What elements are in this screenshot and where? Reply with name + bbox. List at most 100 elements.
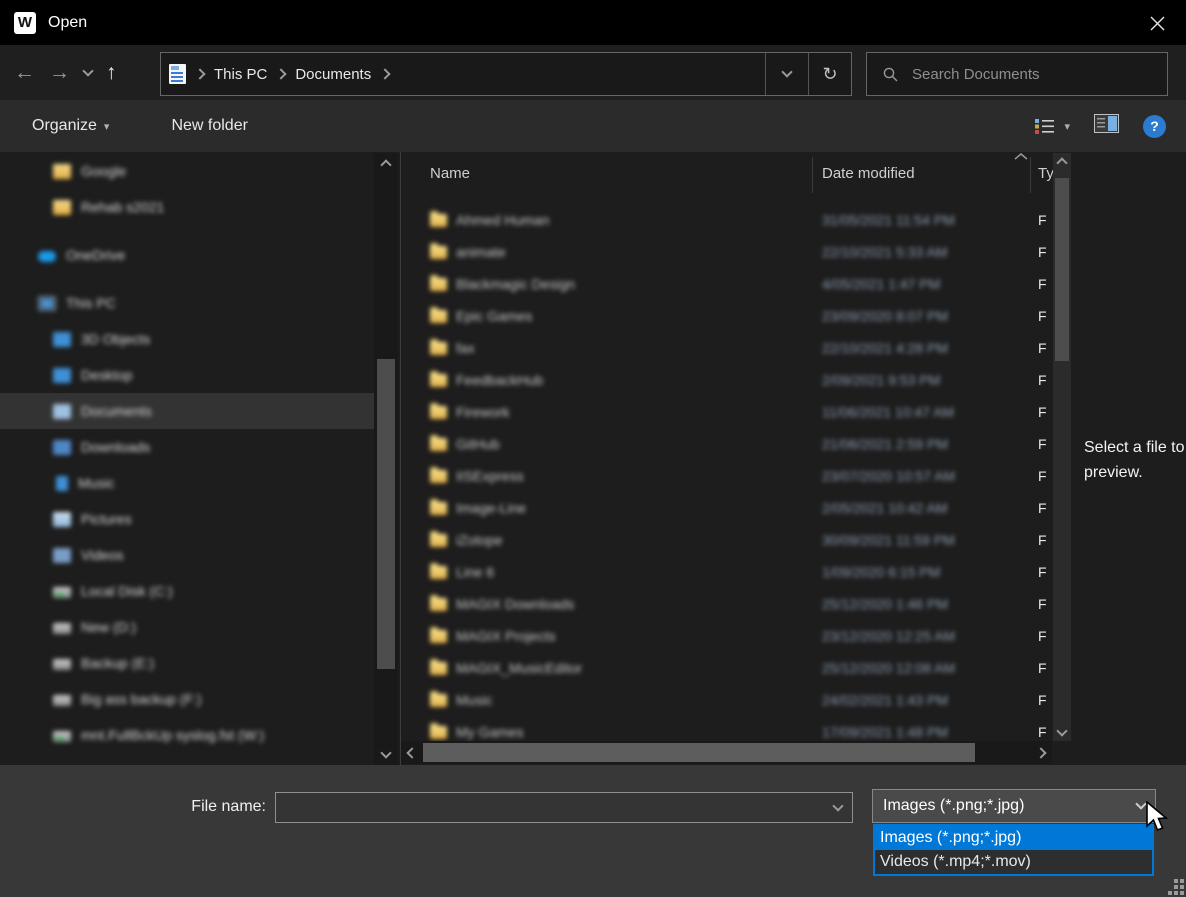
sidebar-item-label: Pictures xyxy=(81,511,132,527)
file-name: My Games xyxy=(456,724,524,740)
refresh-icon: ↻ xyxy=(822,64,837,85)
file-name: Epic Games xyxy=(456,308,532,324)
sidebar-item-icon xyxy=(38,296,56,311)
sidebar-item[interactable]: Documents xyxy=(0,393,374,429)
file-date-modified: 25/12/2020 1:46 PM xyxy=(822,596,948,612)
close-button[interactable] xyxy=(1144,10,1170,36)
forward-button[interactable]: → xyxy=(49,62,70,83)
column-date-modified[interactable]: Date modified xyxy=(822,165,915,182)
dropdown-option[interactable]: Images (*.png;*.jpg) xyxy=(875,826,1152,850)
file-name: Firework xyxy=(456,404,510,420)
scrollbar-thumb[interactable] xyxy=(377,359,395,669)
table-row[interactable]: animate 22/10/2021 5:33 AM F xyxy=(401,236,1053,268)
breadcrumb-documents[interactable]: Documents xyxy=(295,66,371,83)
sidebar-item-label: Music xyxy=(78,475,115,491)
organize-button[interactable]: Organize▾ xyxy=(32,117,109,135)
sidebar-item[interactable]: mnt.FullBckUp syslog.fst (W:) xyxy=(0,717,374,753)
details-view-icon xyxy=(1034,118,1056,135)
refresh-button[interactable]: ↻ xyxy=(809,53,851,95)
table-row[interactable]: iZotope 30/09/2021 11:59 PM F xyxy=(401,524,1053,556)
sidebar-item[interactable]: This PC xyxy=(0,285,374,321)
file-type-value: Images (*.png;*.jpg) xyxy=(883,797,1024,815)
preview-message: Select a file to preview. xyxy=(1084,435,1186,485)
table-row[interactable]: Ahmed Human 31/05/2021 11:54 PM F xyxy=(401,204,1053,236)
column-type[interactable]: Type xyxy=(1038,165,1053,182)
scrollbar-thumb[interactable] xyxy=(423,743,975,762)
sidebar-item-icon xyxy=(53,368,71,383)
sidebar-item[interactable]: New (D:) xyxy=(0,609,374,645)
sidebar-item[interactable]: Backup (E:) xyxy=(0,645,374,681)
scrollbar-thumb[interactable] xyxy=(1055,178,1069,361)
help-button[interactable]: ? xyxy=(1143,115,1166,138)
table-row[interactable]: fax 22/10/2021 4:28 PM F xyxy=(401,332,1053,364)
table-row[interactable]: FeedbackHub 2/09/2021 9:53 PM F xyxy=(401,364,1053,396)
table-row[interactable]: Image-Line 2/05/2021 10:42 AM F xyxy=(401,492,1053,524)
mouse-cursor-icon xyxy=(1144,801,1170,835)
back-button[interactable]: ← xyxy=(14,62,35,83)
scroll-up-icon[interactable] xyxy=(1053,159,1071,167)
file-type: F xyxy=(1038,308,1047,324)
sidebar-item[interactable]: Local Disk (C:) xyxy=(0,573,374,609)
preview-pane-button[interactable] xyxy=(1094,114,1119,138)
column-divider[interactable] xyxy=(1030,157,1031,193)
sidebar-item[interactable]: 3D Objects xyxy=(0,321,374,357)
table-row[interactable]: MAGIX Projects 23/12/2020 12:25 AM F xyxy=(401,620,1053,652)
dropdown-option[interactable]: Videos (*.mp4;*.mov) xyxy=(875,850,1152,874)
sidebar-item[interactable]: Big ass backup (F:) xyxy=(0,681,374,717)
sidebar-item-label: This PC xyxy=(66,295,116,311)
scroll-up-icon[interactable] xyxy=(374,161,398,169)
file-type-dropdown[interactable]: Images (*.png;*.jpg) xyxy=(872,789,1156,823)
table-row[interactable]: Blackmagic Design 4/05/2021 1:47 PM F xyxy=(401,268,1053,300)
sidebar-item[interactable]: Downloads xyxy=(0,429,374,465)
scroll-down-icon[interactable] xyxy=(374,753,398,757)
sidebar-item[interactable]: Music xyxy=(0,465,374,501)
sidebar-item[interactable]: OneDrive xyxy=(0,237,374,273)
search-box[interactable] xyxy=(866,52,1168,96)
search-input[interactable] xyxy=(910,65,1140,84)
sidebar-item-icon xyxy=(53,659,71,670)
file-type: F xyxy=(1038,564,1047,580)
table-row[interactable]: IISExpress 23/07/2020 10:57 AM F xyxy=(401,460,1053,492)
chevron-down-icon: ▾ xyxy=(104,120,110,133)
column-name[interactable]: Name xyxy=(430,165,470,182)
sidebar-item[interactable]: Videos xyxy=(0,537,374,573)
sidebar-item[interactable]: Pictures xyxy=(0,501,374,537)
table-row[interactable]: GitHub 21/06/2021 2:59 PM F xyxy=(401,428,1053,460)
sidebar-item-icon xyxy=(53,731,71,742)
table-row[interactable]: Music 24/02/2021 1:43 PM F xyxy=(401,684,1053,716)
sidebar-scrollbar[interactable] xyxy=(374,153,398,765)
chevron-down-icon[interactable] xyxy=(832,800,843,811)
list-vertical-scrollbar[interactable] xyxy=(1053,153,1071,741)
table-row[interactable]: Epic Games 23/09/2020 8:07 PM F xyxy=(401,300,1053,332)
table-row[interactable]: Firework 11/06/2021 10:47 AM F xyxy=(401,396,1053,428)
address-bar[interactable]: This PC Documents ↻ xyxy=(160,52,852,96)
breadcrumb-this-pc[interactable]: This PC xyxy=(214,66,267,83)
resize-grip[interactable] xyxy=(1174,879,1178,883)
sidebar-item-icon xyxy=(53,587,71,598)
table-row[interactable]: Line 6 1/09/2020 6:15 PM F xyxy=(401,556,1053,588)
history-dropdown-icon[interactable] xyxy=(82,65,93,76)
sidebar-item[interactable]: Rehab s2021 xyxy=(0,189,374,225)
sidebar-item-icon xyxy=(53,695,71,706)
close-icon xyxy=(1150,16,1165,31)
sidebar-item[interactable]: Desktop xyxy=(0,357,374,393)
column-divider[interactable] xyxy=(812,157,813,193)
up-button[interactable]: ↑ xyxy=(106,61,117,85)
view-mode-button[interactable]: ▾ xyxy=(1034,118,1070,135)
table-row[interactable]: My Games 17/09/2021 1:48 PM F xyxy=(401,716,1053,741)
sidebar-item-label: Rehab s2021 xyxy=(81,199,164,215)
table-row[interactable]: MAGIX Downloads 25/12/2020 1:46 PM F xyxy=(401,588,1053,620)
scroll-right-icon[interactable] xyxy=(1035,747,1046,758)
sidebar-item[interactable]: Google xyxy=(0,153,374,189)
table-row[interactable]: MAGIX_MusicEditor 25/12/2020 12:08 AM F xyxy=(401,652,1053,684)
navigation-sidebar: Google Rehab s2021 OneDrive This xyxy=(0,153,374,765)
address-dropdown-button[interactable] xyxy=(766,53,808,95)
scroll-down-icon[interactable] xyxy=(1053,731,1071,735)
file-type: F xyxy=(1038,724,1047,740)
file-name-input[interactable] xyxy=(276,799,834,816)
chevron-right-icon xyxy=(276,68,287,79)
new-folder-button[interactable]: New folder xyxy=(171,117,247,135)
list-horizontal-scrollbar[interactable] xyxy=(401,741,1052,764)
scroll-left-icon[interactable] xyxy=(406,747,417,758)
file-name-combobox[interactable] xyxy=(275,792,853,823)
